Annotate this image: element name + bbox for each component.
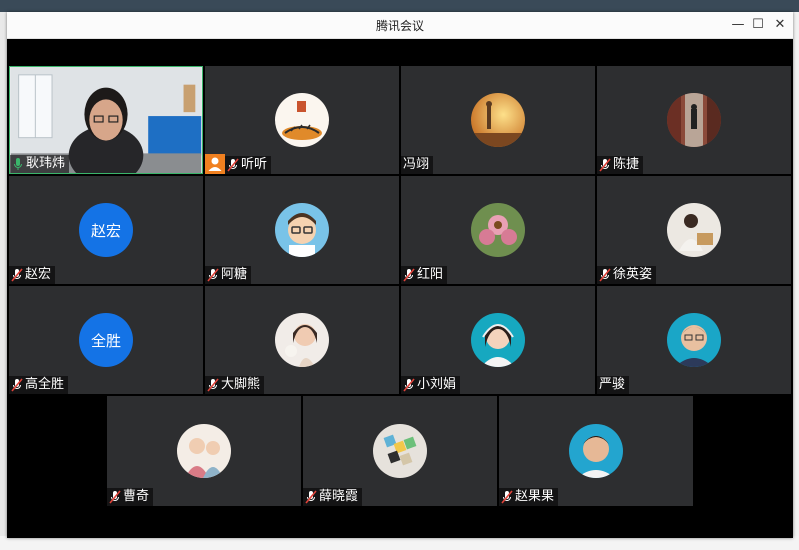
participant-name-label: 小刘娟 — [401, 376, 461, 394]
participant-avatar — [667, 313, 721, 367]
participant-name: 赵宏 — [25, 267, 52, 282]
participant-avatar — [667, 203, 721, 257]
participant-tile-zhaohong[interactable]: 赵宏 赵宏 — [9, 176, 203, 284]
participant-name: 徐英姿 — [613, 267, 653, 282]
participant-name: 陈捷 — [613, 157, 640, 172]
participant-avatar — [471, 203, 525, 257]
window-title: 腾讯会议 — [375, 19, 424, 33]
close-button[interactable]: ✕ — [769, 15, 791, 35]
participant-name: 红阳 — [417, 267, 444, 282]
participant-name: 冯翊 — [403, 157, 430, 172]
participant-name-label: 高全胜 — [9, 376, 69, 394]
meeting-window: 腾讯会议 — ☐ ✕ 耿玮炜 听听 冯翊 陈捷 赵宏 赵宏 阿糖 红阳 徐英姿 … — [7, 12, 793, 538]
participant-avatar — [275, 203, 329, 257]
participant-tile-fengyi[interactable]: 冯翊 — [401, 66, 595, 174]
microphone-muted-icon — [501, 490, 513, 504]
participant-tile-gengweiwei[interactable]: 耿玮炜 — [9, 66, 203, 174]
participant-name: 大脚熊 — [221, 377, 261, 392]
taskbar-edge — [0, 536, 799, 550]
participant-tile-xuyingzi[interactable]: 徐英姿 — [597, 176, 791, 284]
participant-avatar-initials: 赵宏 — [79, 203, 133, 257]
maximize-button[interactable]: ☐ — [747, 15, 769, 35]
participant-avatar — [275, 93, 329, 147]
microphone-muted-icon — [11, 378, 23, 392]
microphone-muted-icon — [11, 268, 23, 282]
participant-tile-xuexiaoxia[interactable]: 薛晓霞 — [303, 396, 497, 506]
participant-avatar-initials: 全胜 — [79, 313, 133, 367]
participant-tile-gaoquansheng[interactable]: 全胜 高全胜 — [9, 286, 203, 394]
microphone-muted-icon — [599, 268, 611, 282]
participant-name: 耿玮炜 — [26, 156, 66, 171]
host-badge — [205, 154, 225, 174]
microphone-muted-icon — [305, 490, 317, 504]
participant-name: 高全胜 — [25, 377, 65, 392]
participant-name: 阿糖 — [221, 267, 248, 282]
participant-name: 听听 — [241, 157, 268, 172]
participant-tile-zhaoguoguo[interactable]: 赵果果 — [499, 396, 693, 506]
minimize-button[interactable]: — — [727, 15, 749, 35]
participant-name: 薛晓霞 — [319, 489, 359, 504]
participant-name-label: 赵宏 — [9, 266, 56, 284]
participant-name-label: 薛晓霞 — [303, 488, 363, 506]
microphone-muted-icon — [403, 378, 415, 392]
participant-name: 小刘娟 — [417, 377, 457, 392]
title-bar[interactable]: 腾讯会议 — ☐ ✕ — [7, 12, 793, 39]
participant-tile-dajiaoxiong[interactable]: 大脚熊 — [205, 286, 399, 394]
participant-name-label: 听听 — [225, 156, 272, 174]
participant-name-label: 冯翊 — [401, 156, 434, 174]
participant-name: 严骏 — [599, 377, 626, 392]
participant-name-label: 红阳 — [401, 266, 448, 284]
participant-tile-hongyang[interactable]: 红阳 — [401, 176, 595, 284]
microphone-muted-icon — [109, 490, 121, 504]
participant-tile-tingting[interactable]: 听听 — [205, 66, 399, 174]
participant-name-label: 严骏 — [597, 376, 630, 394]
participant-name-label: 耿玮炜 — [10, 155, 70, 173]
participant-tile-chenjie[interactable]: 陈捷 — [597, 66, 791, 174]
participant-name-label: 赵果果 — [499, 488, 559, 506]
microphone-icon — [14, 158, 22, 170]
participant-name: 曹奇 — [123, 489, 150, 504]
participant-name-label: 阿糖 — [205, 266, 252, 284]
microphone-muted-icon — [227, 158, 239, 172]
participant-tile-caoqi[interactable]: 曹奇 — [107, 396, 301, 506]
participant-avatar — [471, 93, 525, 147]
participant-avatar — [569, 424, 623, 478]
microphone-muted-icon — [207, 378, 219, 392]
participant-avatar — [275, 313, 329, 367]
participant-avatar — [471, 313, 525, 367]
participant-avatar — [373, 424, 427, 478]
participant-name: 赵果果 — [515, 489, 555, 504]
host-icon — [208, 157, 222, 171]
participant-tile-xiaoliujuan[interactable]: 小刘娟 — [401, 286, 595, 394]
participant-name-label: 徐英姿 — [597, 266, 657, 284]
microphone-muted-icon — [403, 268, 415, 282]
participant-name-label: 大脚熊 — [205, 376, 265, 394]
video-grid: 耿玮炜 听听 冯翊 陈捷 赵宏 赵宏 阿糖 红阳 徐英姿 全胜 高全胜 大脚熊 … — [7, 66, 793, 512]
microphone-muted-icon — [599, 158, 611, 172]
participant-tile-atang[interactable]: 阿糖 — [205, 176, 399, 284]
desktop-background — [0, 0, 799, 12]
participant-name-label: 陈捷 — [597, 156, 644, 174]
participant-avatar — [177, 424, 231, 478]
participant-name-label: 曹奇 — [107, 488, 154, 506]
participant-tile-yanjun[interactable]: 严骏 — [597, 286, 791, 394]
microphone-muted-icon — [207, 268, 219, 282]
participant-avatar — [667, 93, 721, 147]
